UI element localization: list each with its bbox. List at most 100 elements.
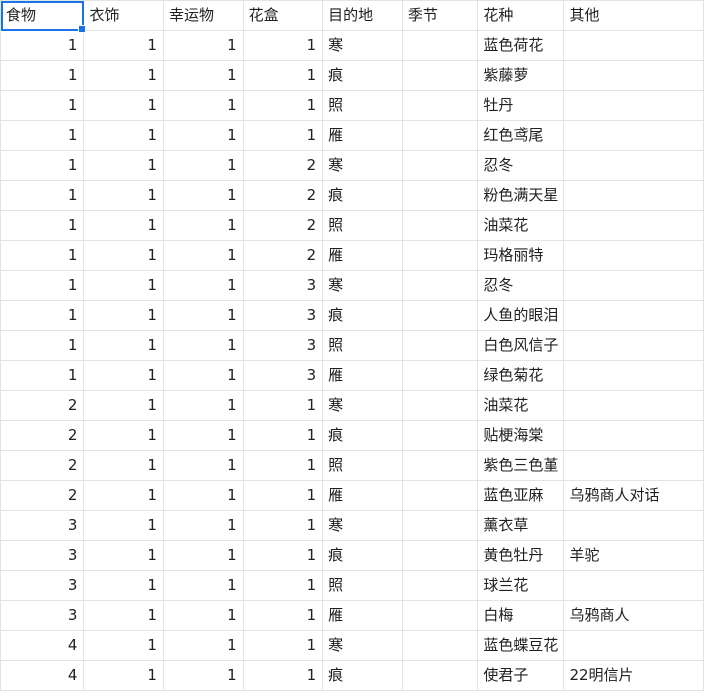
cell-other[interactable] bbox=[563, 180, 704, 211]
cell-food[interactable]: 3 bbox=[0, 600, 85, 631]
cell-flower[interactable]: 紫色三色堇 bbox=[477, 450, 565, 481]
cell-lucky[interactable]: 1 bbox=[162, 600, 244, 631]
cell-lucky[interactable]: 1 bbox=[162, 330, 244, 361]
cell-lucky[interactable]: 1 bbox=[162, 660, 244, 691]
cell-box[interactable]: 1 bbox=[242, 60, 324, 91]
cell-clothing[interactable]: 1 bbox=[83, 600, 164, 631]
cell-box[interactable]: 1 bbox=[242, 630, 324, 661]
cell-other[interactable]: 乌鸦商人对话 bbox=[563, 480, 704, 511]
cell-destination[interactable]: 痕 bbox=[322, 300, 403, 331]
cell-lucky[interactable]: 1 bbox=[162, 120, 244, 151]
cell-destination[interactable]: 寒 bbox=[322, 30, 403, 61]
cell-lucky[interactable]: 1 bbox=[162, 60, 244, 91]
cell-destination[interactable]: 照 bbox=[322, 570, 403, 601]
cell-destination[interactable]: 痕 bbox=[322, 60, 403, 91]
cell-box[interactable]: 1 bbox=[242, 390, 324, 421]
cell-lucky[interactable]: 1 bbox=[162, 450, 244, 481]
cell-food[interactable]: 3 bbox=[0, 570, 85, 601]
cell-destination[interactable]: 照 bbox=[322, 330, 403, 361]
cell-other[interactable] bbox=[563, 60, 704, 91]
cell-box[interactable]: 1 bbox=[242, 420, 324, 451]
cell-lucky[interactable]: 1 bbox=[162, 240, 244, 271]
cell-season[interactable] bbox=[401, 600, 479, 631]
cell-food[interactable]: 3 bbox=[0, 540, 85, 571]
cell-box[interactable]: 1 bbox=[242, 570, 324, 601]
cell-season[interactable] bbox=[401, 180, 479, 211]
cell-destination[interactable]: 寒 bbox=[322, 270, 403, 301]
cell-lucky[interactable]: 1 bbox=[162, 270, 244, 301]
header-cell-food[interactable]: 食物 bbox=[0, 0, 88, 34]
cell-box[interactable]: 1 bbox=[242, 450, 324, 481]
cell-season[interactable] bbox=[401, 90, 479, 121]
cell-lucky[interactable]: 1 bbox=[162, 300, 244, 331]
cell-clothing[interactable]: 1 bbox=[83, 510, 164, 541]
cell-flower[interactable]: 忍冬 bbox=[477, 270, 565, 301]
cell-season[interactable] bbox=[401, 480, 479, 511]
cell-clothing[interactable]: 1 bbox=[83, 210, 164, 241]
cell-food[interactable]: 1 bbox=[0, 180, 85, 211]
cell-destination[interactable]: 痕 bbox=[322, 540, 403, 571]
cell-season[interactable] bbox=[401, 120, 479, 151]
cell-food[interactable]: 2 bbox=[0, 390, 85, 421]
cell-flower[interactable]: 贴梗海棠 bbox=[477, 420, 565, 451]
cell-food[interactable]: 1 bbox=[0, 150, 85, 181]
cell-season[interactable] bbox=[401, 150, 479, 181]
cell-food[interactable]: 1 bbox=[0, 240, 85, 271]
header-cell-other[interactable]: 其他 bbox=[563, 0, 704, 31]
cell-other[interactable] bbox=[563, 30, 704, 61]
cell-season[interactable] bbox=[401, 420, 479, 451]
cell-other[interactable] bbox=[563, 210, 704, 241]
cell-lucky[interactable]: 1 bbox=[162, 360, 244, 391]
cell-clothing[interactable]: 1 bbox=[83, 330, 164, 361]
cell-box[interactable]: 3 bbox=[242, 270, 324, 301]
cell-other[interactable] bbox=[563, 270, 704, 301]
cell-destination[interactable]: 痕 bbox=[322, 180, 403, 211]
cell-box[interactable]: 1 bbox=[242, 540, 324, 571]
cell-other[interactable] bbox=[563, 120, 704, 151]
cell-box[interactable]: 3 bbox=[242, 360, 324, 391]
cell-destination[interactable]: 寒 bbox=[322, 510, 403, 541]
cell-season[interactable] bbox=[401, 570, 479, 601]
cell-clothing[interactable]: 1 bbox=[83, 630, 164, 661]
cell-flower[interactable]: 人鱼的眼泪 bbox=[477, 300, 565, 331]
cell-flower[interactable]: 白色风信子 bbox=[477, 330, 565, 361]
header-cell-destination[interactable]: 目的地 bbox=[322, 0, 403, 31]
cell-other[interactable] bbox=[563, 390, 704, 421]
cell-flower[interactable]: 绿色菊花 bbox=[477, 360, 565, 391]
cell-flower[interactable]: 薰衣草 bbox=[477, 510, 565, 541]
cell-flower[interactable]: 粉色满天星 bbox=[477, 180, 565, 211]
cell-season[interactable] bbox=[401, 510, 479, 541]
cell-destination[interactable]: 痕 bbox=[322, 660, 403, 691]
cell-destination[interactable]: 雁 bbox=[322, 480, 403, 511]
cell-food[interactable]: 2 bbox=[0, 450, 85, 481]
cell-destination[interactable]: 雁 bbox=[322, 120, 403, 151]
cell-season[interactable] bbox=[401, 390, 479, 421]
cell-flower[interactable]: 牡丹 bbox=[477, 90, 565, 121]
cell-other[interactable] bbox=[563, 360, 704, 391]
cell-box[interactable]: 2 bbox=[242, 150, 324, 181]
cell-flower[interactable]: 忍冬 bbox=[477, 150, 565, 181]
cell-clothing[interactable]: 1 bbox=[83, 300, 164, 331]
cell-season[interactable] bbox=[401, 270, 479, 301]
cell-other[interactable]: 羊驼 bbox=[563, 540, 704, 571]
cell-food[interactable]: 1 bbox=[0, 270, 85, 301]
cell-other[interactable]: 乌鸦商人 bbox=[563, 600, 704, 631]
cell-food[interactable]: 1 bbox=[0, 210, 85, 241]
cell-lucky[interactable]: 1 bbox=[162, 480, 244, 511]
header-cell-season[interactable]: 季节 bbox=[401, 0, 479, 31]
cell-clothing[interactable]: 1 bbox=[83, 240, 164, 271]
cell-flower[interactable]: 油菜花 bbox=[477, 210, 565, 241]
cell-box[interactable]: 1 bbox=[242, 510, 324, 541]
cell-lucky[interactable]: 1 bbox=[162, 150, 244, 181]
cell-food[interactable]: 1 bbox=[0, 120, 85, 151]
cell-flower[interactable]: 红色鸢尾 bbox=[477, 120, 565, 151]
cell-box[interactable]: 2 bbox=[242, 210, 324, 241]
cell-box[interactable]: 2 bbox=[242, 240, 324, 271]
cell-lucky[interactable]: 1 bbox=[162, 180, 244, 211]
cell-flower[interactable]: 黄色牡丹 bbox=[477, 540, 565, 571]
cell-destination[interactable]: 雁 bbox=[322, 240, 403, 271]
cell-clothing[interactable]: 1 bbox=[83, 480, 164, 511]
cell-flower[interactable]: 蓝色蝶豆花 bbox=[477, 630, 565, 661]
cell-lucky[interactable]: 1 bbox=[162, 630, 244, 661]
header-cell-lucky[interactable]: 幸运物 bbox=[162, 0, 244, 31]
